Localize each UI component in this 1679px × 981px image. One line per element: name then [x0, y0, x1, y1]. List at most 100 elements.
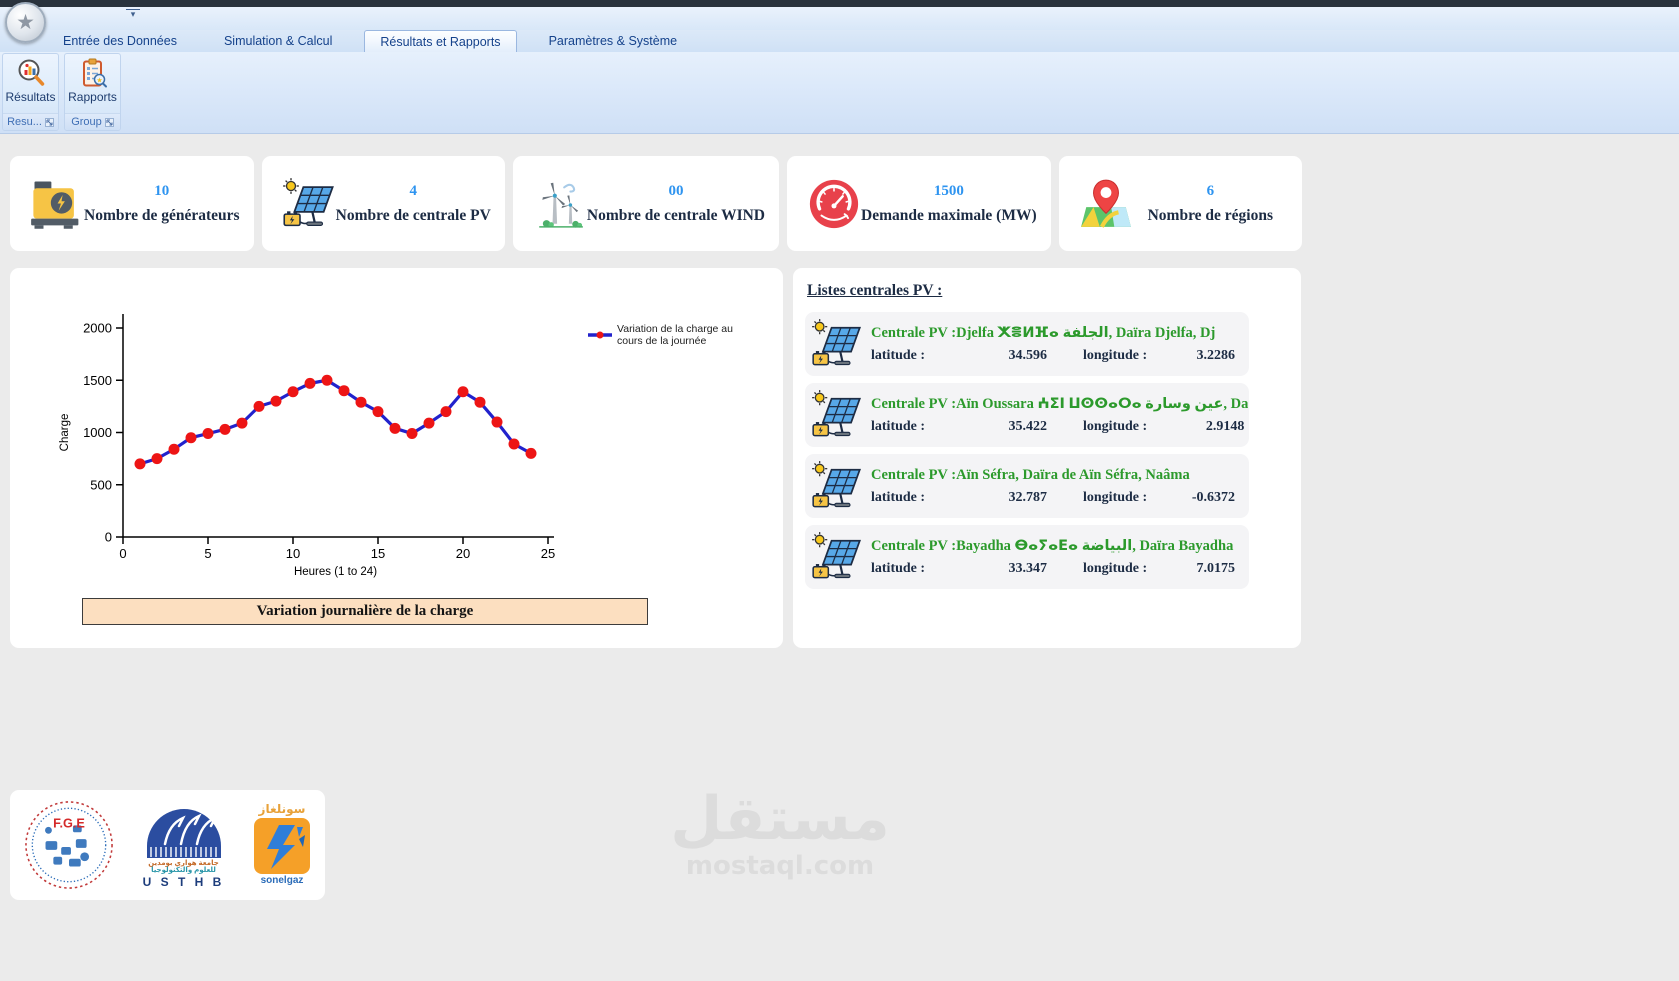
watermark: مستقل mostaql.com: [600, 789, 960, 881]
stat-label: Nombre de centrale WIND: [586, 206, 765, 224]
group-label-resultats: Resu...: [3, 113, 58, 130]
chart-marker: [406, 428, 418, 440]
pv-item-title: Centrale PV :Bayadha ⴱⴰⵢⴰⴹⴰ البياضة, Daï…: [871, 537, 1234, 554]
usthb-arabic-line2: للعلوم والتكنولوجيا: [151, 867, 216, 875]
pv-list-item: Centrale PV :Bayadha ⴱⴰⵢⴰⴹⴰ البياضة, Daï…: [805, 525, 1249, 589]
tab-resultats-rapports[interactable]: Résultats et Rapports: [364, 30, 517, 52]
svg-text:10: 10: [286, 546, 300, 561]
stat-value: 6: [1206, 182, 1215, 199]
pv-list-item: Centrale PV :Djelfa ⵅⴻⵍⴼⴰ الجلفة, Daïra …: [805, 312, 1249, 376]
stat-label: Demande maximale (MW): [861, 206, 1037, 224]
group-label-text: Group: [71, 116, 102, 128]
dialog-launcher-icon[interactable]: [104, 117, 114, 127]
logos-panel: F.G.E جامعة هواري بومدين للعلوم والتكنول…: [10, 790, 325, 900]
svg-text:5: 5: [204, 546, 211, 561]
solar-panel-icon: [812, 390, 861, 437]
pv-item-title: Centrale PV :Djelfa ⵅⴻⵍⴼⴰ الجلفة, Daïra …: [871, 324, 1216, 341]
longitude-value: 7.0175: [1196, 560, 1236, 576]
longitude-value: 2.9148: [1205, 418, 1245, 434]
longitude-label: longitude :: [1083, 347, 1148, 363]
legend-label: Variation de la charge au: [617, 323, 733, 335]
stat-label: Nombre de centrale PV: [335, 206, 491, 224]
chart-marker: [491, 416, 503, 428]
svg-text:15: 15: [371, 546, 385, 561]
ribbon-tab-row: Entrée des Données Simulation & Calcul R…: [0, 30, 1679, 52]
load-chart-panel: 0 500 1000 1500 2000 0 5 10 15 20 25 Heures (1 to 2…: [10, 268, 783, 648]
usthb-logo: جامعة هواري بومدين للعلوم والتكنولوجيا U…: [139, 802, 229, 888]
stat-label: Nombre de régions: [1147, 206, 1274, 224]
window-top-strip: [0, 0, 1679, 7]
rapports-button[interactable]: ★ Rapports: [65, 54, 120, 113]
svg-text:500: 500: [90, 477, 112, 492]
rapports-button-label: Rapports: [68, 90, 117, 104]
sonelgaz-arabic-text: سونلغاز: [258, 802, 306, 817]
pv-item-title: Centrale PV :Aïn Oussara ⵄⵉⵏ ⵡⵙⵙⴰⵔⴰ عين …: [871, 395, 1249, 412]
app-star-button[interactable]: ★: [5, 2, 46, 43]
main-content: 10 Nombre de générateurs 4 Nombre de cen…: [0, 134, 1679, 981]
svg-text:1000: 1000: [83, 425, 112, 440]
latitude-value: 33.347: [1008, 560, 1048, 576]
longitude-value: -0.6372: [1191, 489, 1235, 505]
svg-text:★: ★: [96, 77, 102, 85]
latitude-label: latitude :: [871, 560, 926, 576]
chart-marker: [525, 447, 537, 459]
dialog-launcher-icon[interactable]: [44, 117, 54, 127]
chart-marker: [219, 423, 231, 435]
resultats-button[interactable]: Résultats: [3, 54, 58, 113]
generator-icon: [31, 181, 79, 229]
chart-marker: [202, 428, 214, 440]
tab-entree-des-donnees[interactable]: Entrée des Données: [48, 30, 192, 52]
watermark-domain: mostaql.com: [685, 851, 875, 881]
solar-panel-icon: [812, 461, 861, 508]
chart-marker: [287, 386, 299, 398]
chart-marker: [236, 417, 248, 429]
stat-value: 4: [409, 182, 417, 199]
pv-item-coordinates: latitude : 35.422 longitude : 2.9148: [871, 419, 1248, 435]
chart-marker: [338, 385, 350, 397]
stat-card-demande-maximale: 1500 Demande maximale (MW): [787, 156, 1051, 251]
usthb-logo-icon: [146, 808, 221, 858]
svg-text:0: 0: [119, 546, 126, 561]
chart-marker: [304, 377, 316, 389]
report-clipboard-icon: ★: [82, 58, 107, 88]
load-chart-canvas: 0 500 1000 1500 2000 0 5 10 15 20 25 Heures (1 to 2…: [59, 314, 733, 578]
pv-list: Centrale PV :Djelfa ⵅⴻⵍⴼⴰ الجلفة, Daïra …: [805, 312, 1289, 589]
latitude-label: latitude :: [871, 347, 926, 363]
titlebar[interactable]: [0, 7, 1679, 31]
ribbon-group-rapports: ★ Rapports Group: [64, 53, 121, 131]
longitude-label: longitude :: [1083, 418, 1148, 434]
pv-list-title: Listes centrales PV :: [807, 282, 943, 299]
x-axis-label: Heures (1 to 24): [294, 566, 377, 578]
wind-turbine-icon: [539, 182, 583, 228]
stat-value: 00: [668, 182, 684, 199]
latitude-value: 35.422: [1008, 418, 1048, 434]
tab-simulation-calcul[interactable]: Simulation & Calcul: [209, 30, 347, 52]
usthb-text: U S T H B: [142, 874, 225, 889]
pv-item-coordinates: latitude : 34.596 longitude : 3.2286: [871, 348, 1239, 364]
tab-parametres-systeme[interactable]: Paramètres & Système: [534, 30, 693, 52]
svg-text:20: 20: [456, 546, 470, 561]
stat-card-centrale-wind: 00 Nombre de centrale WIND: [512, 156, 779, 251]
svg-text:25: 25: [541, 546, 555, 561]
chart-caption: Variation journalière de la charge: [82, 598, 648, 625]
fge-text: F.G.E: [53, 815, 85, 830]
svg-text:0: 0: [105, 530, 112, 545]
pv-list-item: Centrale PV :Aïn Oussara ⵄⵉⵏ ⵡⵙⵙⴰⵔⴰ عين …: [805, 383, 1249, 447]
chart-marker: [168, 443, 180, 455]
pv-list-item: Centrale PV :Aïn Séfra, Daïra de Aïn Séf…: [805, 454, 1249, 518]
magnifier-chart-icon: [18, 59, 44, 86]
y-axis-label: Charge: [59, 414, 71, 452]
legend-marker-sample: [596, 331, 604, 339]
longitude-label: longitude :: [1083, 560, 1148, 576]
stat-label: Nombre de générateurs: [84, 206, 240, 224]
latitude-label: latitude :: [871, 418, 926, 434]
chart-marker: [474, 396, 486, 408]
resultats-button-label: Résultats: [5, 90, 56, 104]
quick-access-dropdown-icon[interactable]: ▾: [126, 9, 140, 24]
pv-list-panel: Listes centrales PV : Centrale PV :Djelf…: [793, 268, 1301, 648]
pv-item-title: Centrale PV :Aïn Séfra, Daïra de Aïn Séf…: [871, 466, 1190, 483]
chart-marker: [321, 374, 333, 386]
star-icon: ★: [16, 11, 35, 34]
solar-panel-icon: [282, 177, 334, 226]
latitude-value: 32.787: [1008, 489, 1048, 505]
